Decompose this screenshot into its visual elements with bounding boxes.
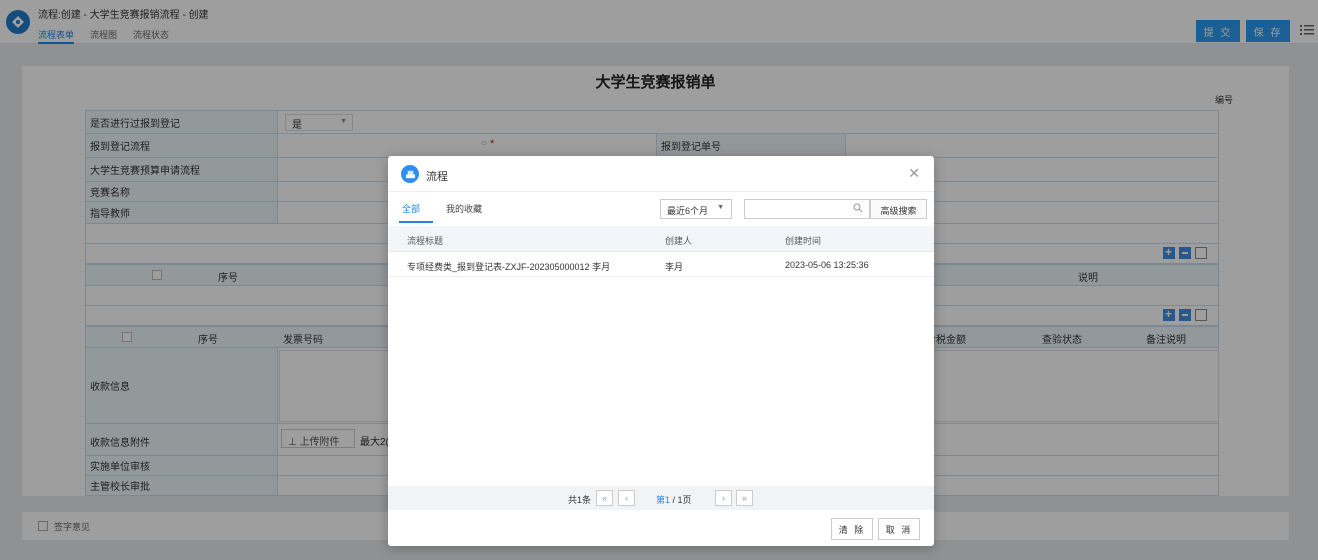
dialog-header: 流程 ✕ [388,156,934,192]
date-range-select[interactable]: 最近6个月 ▼ [660,199,732,219]
close-icon[interactable]: ✕ [908,165,920,182]
prev-page-icon[interactable]: ‹ [618,490,635,506]
total-count: 共1条 [568,495,592,505]
flow-logo-icon [401,165,419,183]
cancel-button[interactable]: 取 消 [878,518,920,540]
next-page-icon[interactable]: › [715,490,732,506]
col-title-header: 流程标题 [407,236,444,246]
dialog-title: 流程 [426,171,448,183]
chevron-down-icon: ▼ [717,204,724,211]
col-created-header: 创建时间 [785,236,822,246]
page-of-total: / 1页 [672,495,692,505]
search-input[interactable] [744,199,870,219]
dialog-footer: 清 除 取 消 [388,512,934,546]
dialog-table-header: 流程标题 创建人 创建时间 [388,226,934,252]
row-title: 专项经费类_报到登记表-ZXJF-202305000012 李月 [407,262,611,272]
row-created: 2023-05-06 13:25:36 [785,260,869,270]
clear-button[interactable]: 清 除 [831,518,873,540]
row-creator: 李月 [665,262,684,272]
advanced-search-button[interactable]: 高级搜索 [870,199,927,219]
col-creator-header: 创建人 [665,236,693,246]
search-icon[interactable] [853,203,863,213]
tab-all[interactable]: 全部 [402,202,420,215]
date-range-value: 最近6个月 [667,206,709,216]
last-page-icon[interactable]: » [736,490,753,506]
active-tab-indicator [399,221,433,223]
pagination: 共1条 « ‹ 第1 / 1页 › » [388,486,934,510]
table-row[interactable]: 专项经费类_报到登记表-ZXJF-202305000012 李月 李月 2023… [388,253,934,277]
page-indicator: 第1 / 1页 [656,493,692,506]
flow-picker-dialog: 流程 ✕ 全部 我的收藏 最近6个月 ▼ 高级搜索 流程标题 创建人 创建时间 … [388,156,934,546]
current-page[interactable]: 第1 [656,495,670,505]
first-page-icon[interactable]: « [596,490,613,506]
tab-favorites[interactable]: 我的收藏 [446,202,482,215]
